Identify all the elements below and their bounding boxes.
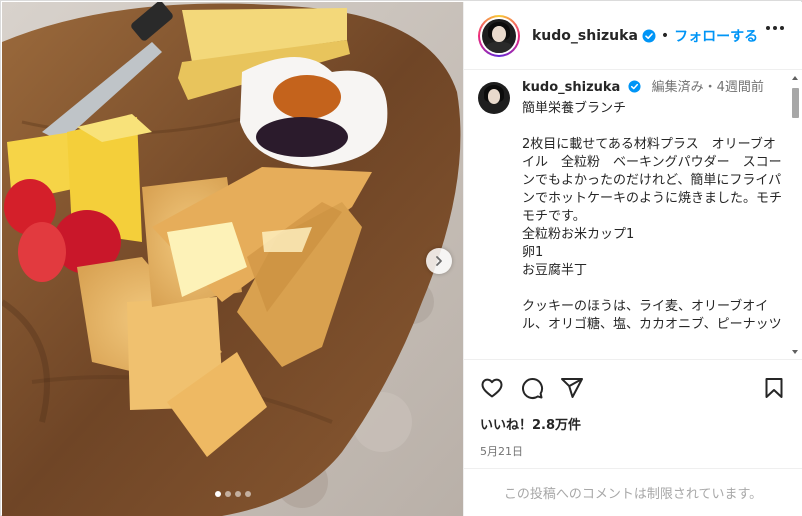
chevron-right-icon (436, 256, 442, 266)
scroll-up-arrow[interactable] (792, 76, 798, 80)
meta-separator: ・ (703, 80, 717, 95)
carousel-dot (214, 491, 221, 497)
next-image-button[interactable] (426, 248, 452, 274)
carousel-dot (234, 491, 241, 497)
post-photo[interactable] (2, 2, 463, 516)
share-icon[interactable] (560, 376, 584, 400)
edited-label: 編集済み (651, 80, 704, 95)
header-username[interactable]: kudo_shizuka (532, 28, 638, 44)
caption-avatar[interactable] (478, 82, 510, 114)
caption-scroll-area[interactable]: kudo_shizuka 編集済み・4週間前 簡単栄養ブランチ 2枚目に載せてあ… (464, 71, 802, 359)
caption-text: 簡単栄養ブランチ 2枚目に載せてある材料プラス オリーブオイル 全粒粉 ベーキン… (522, 101, 783, 332)
post-header: kudo_shizuka • フォローする (464, 2, 802, 70)
bookmark-icon[interactable] (762, 376, 786, 400)
follow-button[interactable]: フォローする (674, 26, 758, 46)
carousel-dot (224, 491, 231, 497)
scroll-down-arrow[interactable] (792, 350, 798, 354)
post-modal: kudo_shizuka • フォローする kudo_shizuka 編集済み・… (0, 0, 802, 516)
caption: kudo_shizuka 編集済み・4週間前 簡単栄養ブランチ 2枚目に載せてあ… (478, 79, 788, 334)
header-separator: • (660, 27, 670, 44)
carousel-indicator (2, 491, 463, 497)
heart-icon[interactable] (480, 376, 504, 400)
carousel-dot (244, 491, 251, 497)
verified-badge-icon (628, 80, 642, 94)
header-avatar[interactable] (478, 14, 520, 57)
post-side-panel: kudo_shizuka • フォローする kudo_shizuka 編集済み・… (463, 2, 802, 516)
caption-scrollbar[interactable] (790, 74, 800, 356)
comment-icon[interactable] (520, 376, 544, 400)
post-date: 5月21日 (480, 445, 523, 458)
post-actions: いいね！2.8万件 5月21日 (464, 359, 802, 467)
food-photo-illustration (2, 2, 463, 516)
more-options-icon[interactable] (766, 26, 784, 30)
verified-badge-icon (642, 29, 656, 43)
scroll-thumb[interactable] (792, 88, 799, 118)
likes-count[interactable]: いいね！2.8万件 (480, 414, 786, 433)
post-time[interactable]: 4週間前 (717, 80, 764, 95)
caption-username[interactable]: kudo_shizuka (522, 80, 620, 95)
comments-restricted-notice: この投稿へのコメントは制限されています。 (464, 468, 802, 515)
